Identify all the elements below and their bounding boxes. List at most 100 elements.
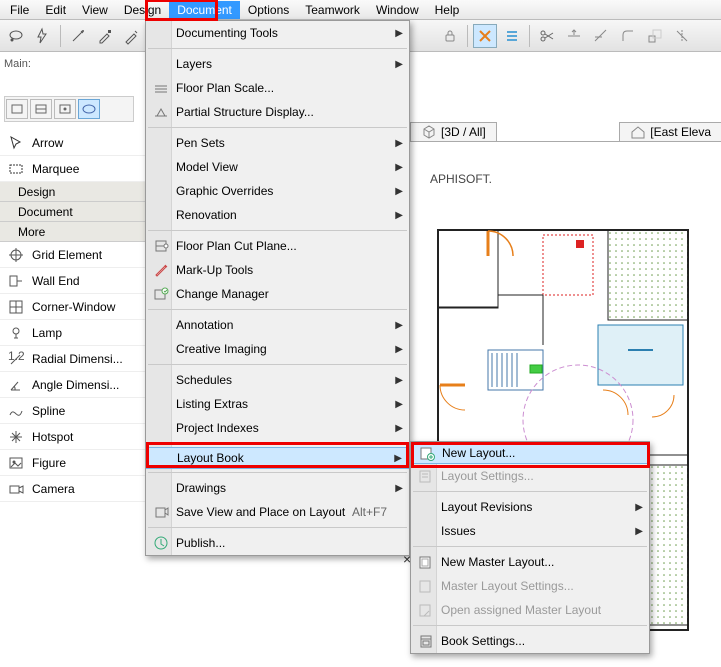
lock-chain-icon[interactable]	[438, 24, 462, 48]
submenu-arrow-icon: ▶	[395, 320, 403, 331]
intersect-icon[interactable]	[589, 24, 613, 48]
resize-icon[interactable]	[643, 24, 667, 48]
document-menu-item-publish[interactable]: Publish...	[146, 531, 409, 555]
lasso-icon[interactable]	[4, 24, 28, 48]
menubar: FileEditViewDesignDocumentOptionsTeamwor…	[0, 0, 721, 20]
toolbox-cat-design[interactable]: Design	[0, 182, 150, 202]
layout-submenu-item-open-assigned-master-layout: Open assigned Master Layout	[411, 598, 649, 622]
tool-spline[interactable]: Spline	[0, 398, 150, 424]
document-menu-item-change-manager[interactable]: Change Manager	[146, 282, 409, 306]
tab-east-elev[interactable]: [East Eleva	[619, 122, 721, 141]
menubar-item-view[interactable]: View	[74, 1, 116, 19]
menubar-item-edit[interactable]: Edit	[37, 1, 74, 19]
menubar-item-window[interactable]: Window	[368, 1, 427, 19]
angle-dimensi--icon	[8, 377, 24, 393]
document-menu-item-layers[interactable]: Layers▶	[146, 52, 409, 76]
document-menu-item-floor-plan-cut-plane[interactable]: Floor Plan Cut Plane...	[146, 234, 409, 258]
wand-icon[interactable]	[66, 24, 90, 48]
tool-marquee[interactable]: Marquee	[0, 156, 150, 182]
hotspot-icon	[8, 429, 24, 445]
document-menu-item-schedules[interactable]: Schedules▶	[146, 368, 409, 392]
bolt-icon[interactable]	[31, 24, 55, 48]
separator	[467, 25, 468, 47]
tool-angle-dimensi-[interactable]: Angle Dimensi...	[0, 372, 150, 398]
tool-corner-window[interactable]: Corner-Window	[0, 294, 150, 320]
save-icon	[152, 503, 170, 521]
submenu-arrow-icon: ▶	[395, 423, 403, 434]
marquee-icon	[8, 161, 24, 177]
submenu-arrow-icon: ▶	[395, 28, 403, 39]
menubar-item-document[interactable]: Document	[169, 1, 240, 19]
masterset-icon	[417, 577, 435, 595]
box-mode-toolbar	[4, 96, 134, 122]
tool-wall-end[interactable]: Wall End	[0, 268, 150, 294]
submenu-arrow-icon: ▶	[395, 483, 403, 494]
document-menu-item-mark-up-tools[interactable]: Mark-Up Tools	[146, 258, 409, 282]
arrow-icon	[8, 135, 24, 151]
document-menu-item-partial-structure-display[interactable]: Partial Structure Display...	[146, 100, 409, 124]
layout-submenu-item-master-layout-settings: Master Layout Settings...	[411, 574, 649, 598]
house-icon	[630, 124, 646, 140]
box-c-icon[interactable]	[54, 99, 76, 119]
box-d-icon[interactable]	[78, 99, 100, 119]
document-menu-item-save-view-and-place-on-layout[interactable]: Save View and Place on LayoutAlt+F7	[146, 500, 409, 524]
document-menu-item-renovation[interactable]: Renovation▶	[146, 203, 409, 227]
floor-icon	[152, 79, 170, 97]
menubar-item-teamwork[interactable]: Teamwork	[297, 1, 368, 19]
lamp-icon	[8, 325, 24, 341]
document-menu-item-pen-sets[interactable]: Pen Sets▶	[146, 131, 409, 155]
tool-lamp[interactable]: Lamp	[0, 320, 150, 346]
tool-figure[interactable]: Figure	[0, 450, 150, 476]
layout-submenu-item-layout-settings: Layout Settings...	[411, 464, 649, 488]
document-menu-item-creative-imaging[interactable]: Creative Imaging▶	[146, 337, 409, 361]
toolbox-cat-more[interactable]: More	[0, 222, 150, 242]
document-menu-item-project-indexes[interactable]: Project Indexes▶	[146, 416, 409, 440]
layout-submenu-item-book-settings[interactable]: Book Settings...	[411, 629, 649, 653]
shortcut: Alt+F7	[352, 505, 387, 519]
layoutset-icon	[417, 467, 435, 485]
submenu-arrow-icon: ▶	[635, 502, 643, 513]
layout-submenu-item-new-master-layout[interactable]: New Master Layout...	[411, 550, 649, 574]
box-a-icon[interactable]	[6, 99, 28, 119]
document-menu-item-drawings[interactable]: Drawings▶	[146, 476, 409, 500]
layout-submenu-item-new-layout[interactable]: New Layout...	[411, 442, 649, 464]
document-menu-item-model-view[interactable]: Model View▶	[146, 155, 409, 179]
box-b-icon[interactable]	[30, 99, 52, 119]
separator	[529, 25, 530, 47]
eyedrop-icon[interactable]	[93, 24, 117, 48]
adjust-icon[interactable]	[562, 24, 586, 48]
guides-icon[interactable]	[473, 24, 497, 48]
toolbox-cat-document[interactable]: Document	[0, 202, 150, 222]
menubar-item-options[interactable]: Options	[240, 1, 297, 19]
tool-hotspot[interactable]: Hotspot	[0, 424, 150, 450]
menubar-item-help[interactable]: Help	[427, 1, 468, 19]
camera-icon	[8, 481, 24, 497]
tab-3d[interactable]: [3D / All]	[410, 122, 497, 141]
snap-lines-icon[interactable]	[500, 24, 524, 48]
layout-submenu-item-layout-revisions[interactable]: Layout Revisions▶	[411, 495, 649, 519]
fillet-icon[interactable]	[616, 24, 640, 48]
layout-submenu-item-issues[interactable]: Issues▶	[411, 519, 649, 543]
tool-grid-element[interactable]: Grid Element	[0, 242, 150, 268]
menubar-item-design[interactable]: Design	[116, 1, 169, 19]
document-menu-item-documenting-tools[interactable]: Documenting Tools▶	[146, 21, 409, 45]
tool-radial-dimensi-[interactable]: 1.2Radial Dimensi...	[0, 346, 150, 372]
document-menu-item-graphic-overrides[interactable]: Graphic Overrides▶	[146, 179, 409, 203]
split-icon[interactable]	[670, 24, 694, 48]
separator	[60, 25, 61, 47]
change-icon	[152, 285, 170, 303]
menubar-item-file[interactable]: File	[2, 1, 37, 19]
document-menu-item-layout-book[interactable]: Layout Book▶	[146, 447, 409, 469]
document-menu-item-floor-plan-scale[interactable]: Floor Plan Scale...	[146, 76, 409, 100]
wall-end-icon	[8, 273, 24, 289]
document-menu-item-listing-extras[interactable]: Listing Extras▶	[146, 392, 409, 416]
document-menu-item-annotation[interactable]: Annotation▶	[146, 313, 409, 337]
markup-icon	[152, 261, 170, 279]
inject-icon[interactable]	[120, 24, 144, 48]
submenu-arrow-icon: ▶	[395, 375, 403, 386]
tool-camera[interactable]: Camera	[0, 476, 150, 502]
submenu-arrow-icon: ▶	[395, 399, 403, 410]
tool-label: Marquee	[32, 162, 79, 176]
tool-arrow[interactable]: Arrow	[0, 130, 150, 156]
scissors-icon[interactable]	[535, 24, 559, 48]
